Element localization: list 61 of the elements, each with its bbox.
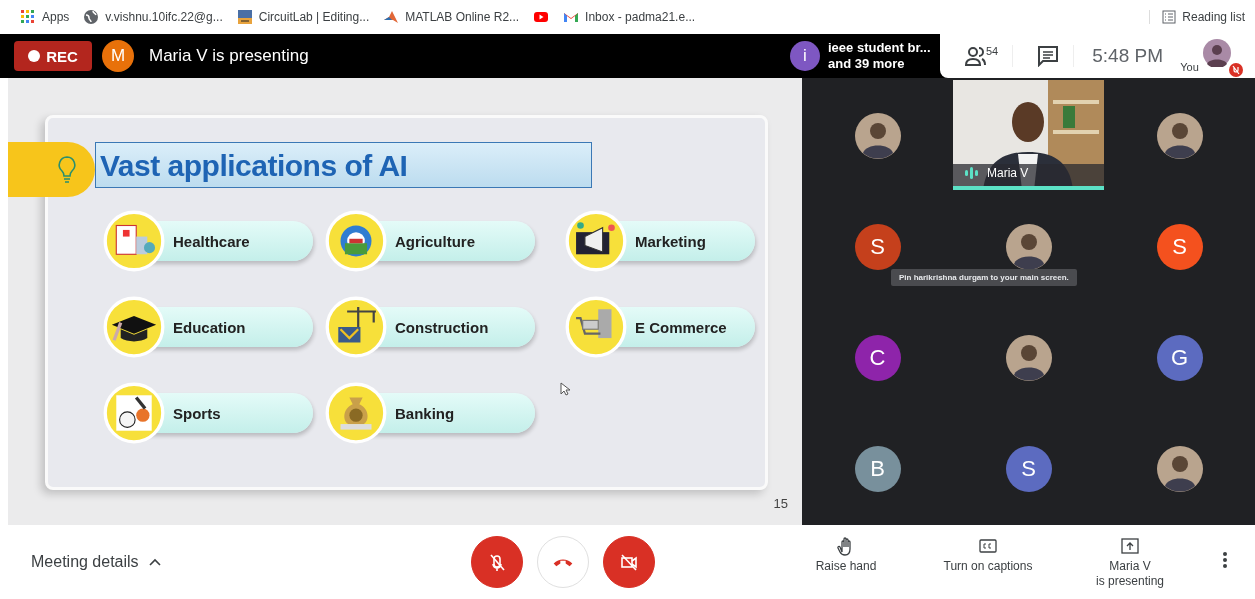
- presenting-text: Maria V is presenting: [149, 46, 309, 66]
- avatar: S: [854, 223, 901, 270]
- notice-text: ieee student br...: [828, 40, 931, 56]
- mic-off-icon: [487, 552, 507, 572]
- avatar: [1156, 445, 1203, 492]
- avatar: B: [854, 445, 901, 492]
- clock-time: 5:48 PM: [1092, 45, 1164, 67]
- avatar: [1202, 39, 1231, 67]
- megaphone-icon: [565, 210, 627, 272]
- participant-name: Maria V: [987, 166, 1029, 180]
- meeting-details-button[interactable]: Meeting details: [31, 553, 471, 571]
- bookmark-link[interactable]: CircuitLab | Editing...: [236, 9, 370, 25]
- phone-icon: [553, 557, 573, 567]
- avatar: [1005, 334, 1052, 381]
- avatar: S: [1005, 445, 1052, 492]
- avatar: [1156, 112, 1203, 159]
- you-label: You: [1180, 61, 1199, 73]
- reading-list-button[interactable]: Reading list: [1149, 10, 1245, 24]
- peak-icon: [383, 9, 400, 25]
- bookmark-link[interactable]: Apps: [20, 9, 70, 25]
- avatar: M: [102, 40, 134, 72]
- captions-button[interactable]: Turn on captions: [943, 535, 1033, 589]
- money-bag-icon: [325, 382, 387, 444]
- lightbulb-icon: [56, 154, 78, 185]
- camera-off-icon: [619, 552, 639, 572]
- bookmark-link[interactable]: MATLAB Online R2...: [383, 9, 520, 25]
- avatar: C: [854, 334, 901, 381]
- recording-badge: REC: [14, 41, 92, 71]
- bookmark-link[interactable]: v.vishnu.10ifc.22@g...: [83, 9, 223, 25]
- bookmark-link[interactable]: Inbox - padma21.e...: [563, 9, 696, 25]
- chevron-up-icon: [148, 558, 161, 566]
- present-icon: [1120, 535, 1140, 556]
- avatar: [854, 112, 901, 159]
- sports-icon: [103, 382, 165, 444]
- hospital-icon: [103, 210, 165, 272]
- slide-number: 15: [773, 496, 788, 511]
- more-icon: [1223, 552, 1227, 568]
- microphone-button[interactable]: [471, 536, 523, 588]
- avatar: G: [1156, 334, 1203, 381]
- avatar: [1005, 223, 1052, 270]
- circuit-icon: [236, 9, 253, 25]
- raise-hand-button[interactable]: Raise hand: [815, 535, 877, 589]
- avatar: i: [790, 41, 820, 71]
- avatar: S: [1156, 223, 1203, 270]
- tooltip: Pin harikrishna durgam to your main screen.: [891, 269, 1077, 286]
- slide-title: Vast applications of AI: [95, 142, 592, 188]
- globe-icon: [83, 9, 100, 25]
- apps-grid-icon: [20, 9, 36, 25]
- graduation-cap-icon: [103, 296, 165, 358]
- gear-icon: [325, 210, 387, 272]
- play-icon[interactable]: [533, 9, 550, 25]
- cart-icon: [565, 296, 627, 358]
- cursor-icon: [560, 382, 570, 396]
- people-button[interactable]: 54: [950, 45, 1014, 67]
- people-icon: [964, 45, 988, 67]
- chat-icon: [1037, 45, 1060, 67]
- crane-icon: [325, 296, 387, 358]
- camera-button[interactable]: [603, 536, 655, 588]
- notice-text: and 39 more: [828, 56, 906, 72]
- list-icon: [1162, 10, 1177, 24]
- present-button[interactable]: Maria V is presenting: [1095, 535, 1164, 589]
